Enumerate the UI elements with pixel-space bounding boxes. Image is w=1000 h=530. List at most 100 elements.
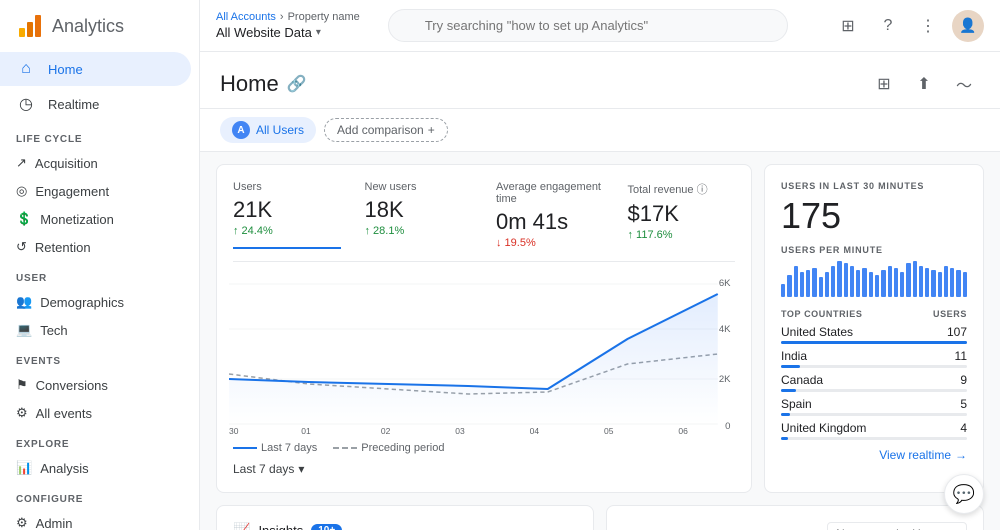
nav-tech[interactable]: 💻 Tech <box>0 316 199 344</box>
nav-engagement[interactable]: ◎ Engagement <box>0 177 199 205</box>
nav-demographics[interactable]: 👥 Demographics <box>0 288 199 316</box>
breadcrumb-account[interactable]: All Accounts <box>216 11 276 23</box>
insights-icon-button[interactable]: 〜 <box>948 68 980 100</box>
nav-admin[interactable]: ⚙ Admin <box>0 509 199 530</box>
country-row: Canada 9 <box>781 373 967 392</box>
monetization-icon: 💲 <box>16 211 32 227</box>
page-header-actions: ⊞ ⬆ 〜 <box>868 68 980 100</box>
conversions-icon: ⚑ <box>16 377 28 393</box>
bar-mini <box>888 266 892 298</box>
metric-new-users[interactable]: New users 18K ↑ 28.1% <box>365 181 473 249</box>
users-column-label: USERS <box>933 309 967 319</box>
bottom-area: 📈 Insights 10+ WHERE DO YOUR NEW USERS C… <box>200 505 1000 530</box>
nav-retention-label: Retention <box>35 240 91 255</box>
share-icon-button[interactable]: ⬆ <box>908 68 940 100</box>
metric-users-value: 21K <box>233 197 341 223</box>
metrics-row: Users 21K ↑ 24.4% New users 18K ↑ 28.1% … <box>233 181 735 262</box>
nav-home-label: Home <box>48 62 83 77</box>
app-title: Analytics <box>52 16 124 37</box>
svg-text:4K: 4K <box>719 324 732 334</box>
add-icon: + <box>428 123 435 137</box>
top-bar-actions: ⊞ ? ⋮ 👤 <box>832 10 984 42</box>
legend-current-label: Last 7 days <box>261 442 317 454</box>
account-selector[interactable]: All Website Data ▾ <box>216 25 360 40</box>
metric-revenue-label: Total revenue ⓘ <box>628 181 736 197</box>
search-wrapper: 🔍 <box>388 9 788 42</box>
bar-mini <box>950 268 954 297</box>
insights-header: 📈 Insights 10+ <box>233 522 577 530</box>
all-users-pill[interactable]: A All Users <box>220 117 316 143</box>
avatar[interactable]: 👤 <box>952 10 984 42</box>
search-input[interactable] <box>388 9 788 42</box>
svg-text:6K: 6K <box>719 278 732 288</box>
nav-conversions[interactable]: ⚑ Conversions <box>0 371 199 399</box>
metric-engagement-change: ↓ 19.5% <box>496 237 604 249</box>
metric-users-label: Users <box>233 181 341 193</box>
nav-admin-label: Admin <box>36 516 73 530</box>
add-comparison-button[interactable]: Add comparison + <box>324 118 448 142</box>
metric-engagement-label: Average engagement time <box>496 181 604 205</box>
metric-engagement[interactable]: Average engagement time 0m 41s ↓ 19.5% <box>496 181 604 249</box>
nav-engagement-label: Engagement <box>35 184 109 199</box>
line-chart-svg: 6K 4K 2K 0 <box>229 274 739 434</box>
date-range-selector[interactable]: Last 7 days ▾ <box>233 462 735 476</box>
top-countries-label: TOP COUNTRIES <box>781 309 862 319</box>
home-icon: ⌂ <box>16 60 36 78</box>
view-realtime-label: View realtime <box>879 448 951 462</box>
upm-label: USERS PER MINUTE <box>781 245 967 255</box>
main-area: All Accounts › Property name All Website… <box>200 0 1000 530</box>
bar-mini <box>869 272 873 297</box>
nav-monetization[interactable]: 💲 Monetization <box>0 205 199 233</box>
bar-mini <box>906 263 910 297</box>
svg-text:05: 05 <box>604 427 614 434</box>
nav-acquisition-label: Acquisition <box>35 156 98 171</box>
explore-section-label: EXPLORE <box>0 427 199 454</box>
upm-bar-chart <box>781 261 967 297</box>
bar-mini <box>825 272 829 297</box>
new-users-dropdown[interactable]: New users by User medium ▾ <box>827 522 967 530</box>
more-options-icon-button[interactable]: ⋮ <box>912 10 944 42</box>
svg-text:2K: 2K <box>719 374 732 384</box>
nav-retention[interactable]: ↺ Retention <box>0 233 199 261</box>
page-header: Home 🔗 ⊞ ⬆ 〜 <box>200 52 1000 109</box>
nav-acquisition[interactable]: ↗ Acquisition <box>0 149 199 177</box>
svg-text:01: 01 <box>301 427 311 434</box>
chat-button[interactable]: 💬 <box>944 474 984 514</box>
account-name: All Website Data <box>216 25 312 40</box>
nav-all-events-label: All events <box>36 406 92 421</box>
country-name: United States <box>781 325 853 339</box>
country-row: Spain 5 <box>781 397 967 416</box>
insights-title: Insights <box>258 523 303 530</box>
metric-revenue[interactable]: Total revenue ⓘ $17K ↑ 117.6% <box>628 181 736 249</box>
breadcrumb: All Accounts › Property name <box>216 11 360 23</box>
nav-analysis[interactable]: 📊 Analysis <box>0 454 199 482</box>
view-realtime-link[interactable]: View realtime → <box>781 448 967 462</box>
bar-mini <box>831 266 835 298</box>
nav-tech-label: Tech <box>40 323 67 338</box>
apps-icon-button[interactable]: ⊞ <box>832 10 864 42</box>
comparison-bar: A All Users Add comparison + <box>200 109 1000 152</box>
nav-realtime[interactable]: ◷ Realtime <box>0 86 191 122</box>
configure-section-label: CONFIGURE <box>0 482 199 509</box>
nav-all-events[interactable]: ⚙ All events <box>0 399 199 427</box>
charts-area: Users 21K ↑ 24.4% New users 18K ↑ 28.1% … <box>200 152 1000 505</box>
metric-new-users-label: New users <box>365 181 473 193</box>
help-icon-button[interactable]: ? <box>872 10 904 42</box>
nav-home[interactable]: ⌂ Home <box>0 52 191 86</box>
customize-icon-button[interactable]: ⊞ <box>868 68 900 100</box>
svg-text:02: 02 <box>381 427 391 434</box>
metric-engagement-value: 0m 41s <box>496 209 604 235</box>
insights-badge: 10+ <box>311 524 342 530</box>
nav-monetization-label: Monetization <box>40 212 114 227</box>
legend-dashed-line <box>333 447 357 449</box>
bar-mini <box>931 270 935 297</box>
metric-users[interactable]: Users 21K ↑ 24.4% <box>233 181 341 249</box>
countries-list: United States 107 India 11 Canada 9 <box>781 325 967 440</box>
view-realtime-arrow-icon: → <box>955 448 967 462</box>
retention-icon: ↺ <box>16 239 27 255</box>
country-row: United Kingdom 4 <box>781 421 967 440</box>
breadcrumb-arrow: › <box>280 11 284 23</box>
bar-mini <box>837 261 841 297</box>
user-section-label: USER <box>0 261 199 288</box>
country-row: United States 107 <box>781 325 967 344</box>
